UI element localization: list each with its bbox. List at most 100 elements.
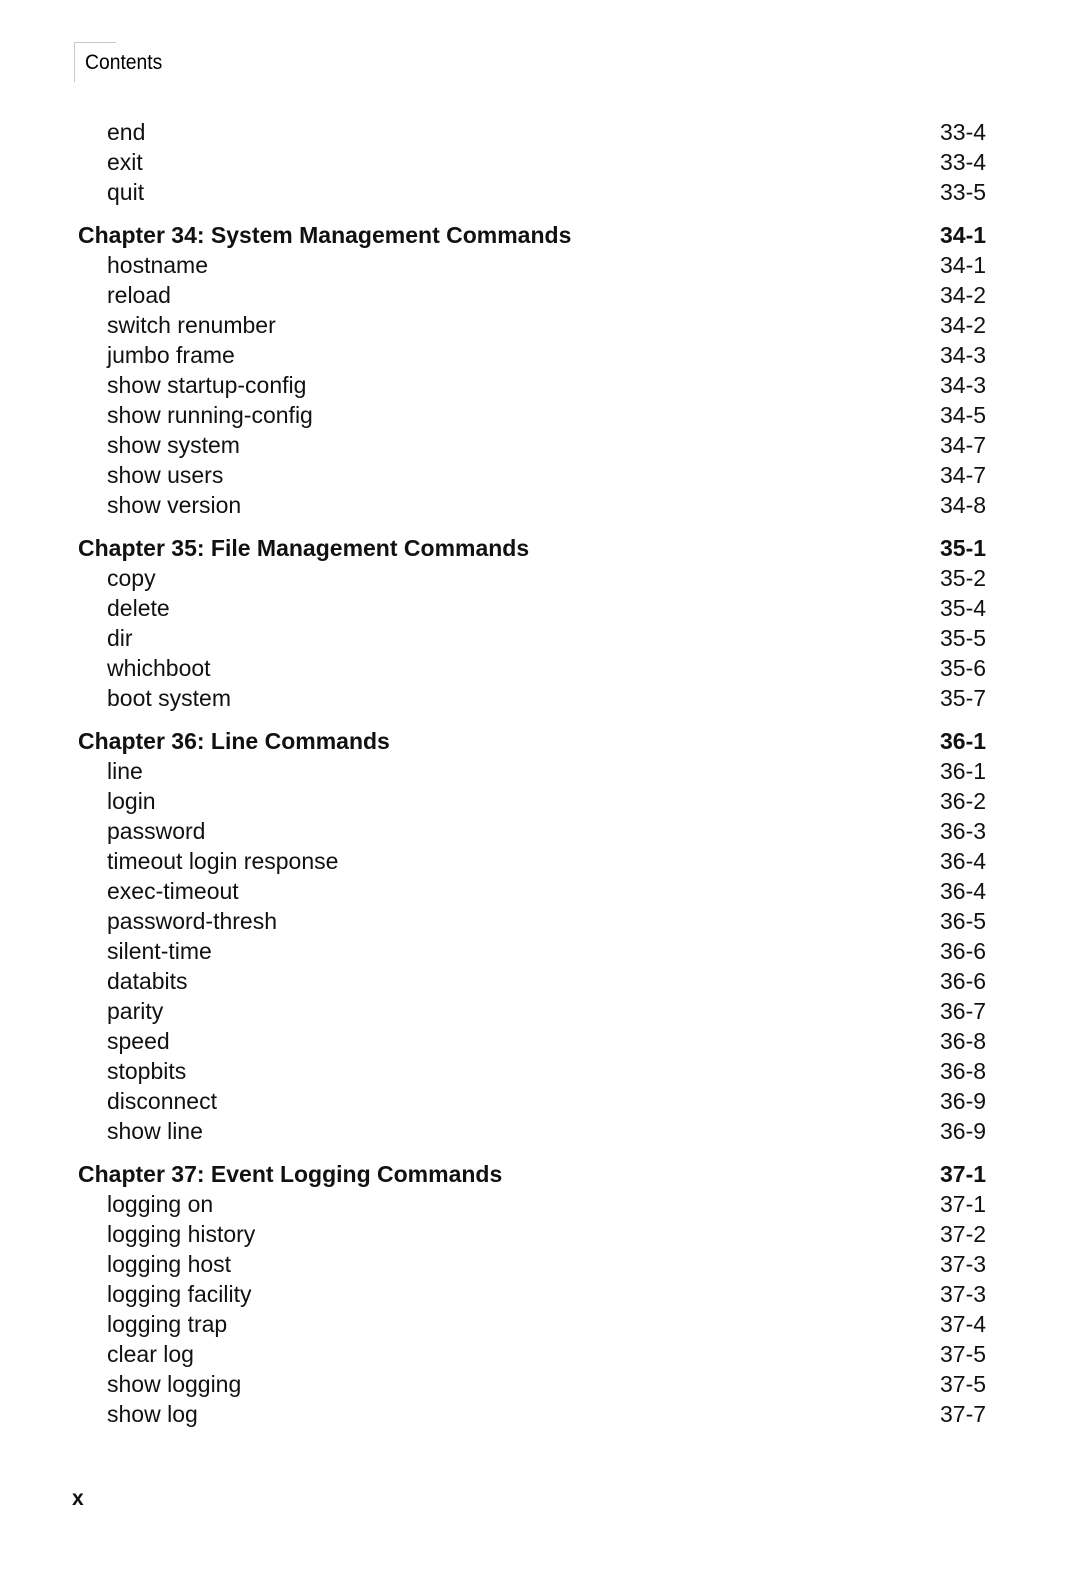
entry-title[interactable]: login: [107, 786, 156, 816]
page-reference[interactable]: 37-1: [940, 1159, 986, 1189]
toc-chapter-heading[interactable]: Chapter 37: Event Logging Commands 37-1: [0, 1159, 1080, 1189]
page-reference[interactable]: 37-3: [940, 1279, 986, 1309]
entry-title[interactable]: clear log: [107, 1339, 194, 1369]
entry-title[interactable]: logging on: [107, 1189, 213, 1219]
page-reference[interactable]: 36-9: [940, 1086, 986, 1116]
page-reference[interactable]: 36-7: [940, 996, 986, 1026]
toc-entry[interactable]: boot system 35-7: [0, 683, 1080, 713]
toc-entry[interactable]: show line 36-9: [0, 1116, 1080, 1146]
page-reference[interactable]: 36-4: [940, 846, 986, 876]
page-reference[interactable]: 34-2: [940, 310, 986, 340]
page-reference[interactable]: 37-2: [940, 1219, 986, 1249]
toc-entry[interactable]: show users 34-7: [0, 460, 1080, 490]
toc-entry[interactable]: show log 37-7: [0, 1399, 1080, 1429]
toc-entry[interactable]: quit 33-5: [0, 177, 1080, 207]
toc-entry[interactable]: jumbo frame 34-3: [0, 340, 1080, 370]
toc-entry[interactable]: timeout login response 36-4: [0, 846, 1080, 876]
toc-entry[interactable]: speed 36-8: [0, 1026, 1080, 1056]
entry-title[interactable]: stopbits: [107, 1056, 186, 1086]
toc-chapter-heading[interactable]: Chapter 34: System Management Commands 34…: [0, 220, 1080, 250]
entry-title[interactable]: jumbo frame: [107, 340, 235, 370]
toc-entry[interactable]: show version 34-8: [0, 490, 1080, 520]
toc-entry[interactable]: logging trap 37-4: [0, 1309, 1080, 1339]
page-reference[interactable]: 34-1: [940, 220, 986, 250]
page-reference[interactable]: 36-1: [940, 726, 986, 756]
entry-title[interactable]: end: [107, 117, 145, 147]
entry-title[interactable]: parity: [107, 996, 163, 1026]
toc-entry[interactable]: logging history 37-2: [0, 1219, 1080, 1249]
page-reference[interactable]: 34-3: [940, 370, 986, 400]
entry-title[interactable]: delete: [107, 593, 170, 623]
toc-entry[interactable]: login 36-2: [0, 786, 1080, 816]
page-reference[interactable]: 36-1: [940, 756, 986, 786]
toc-entry[interactable]: logging on 37-1: [0, 1189, 1080, 1219]
entry-title[interactable]: logging facility: [107, 1279, 251, 1309]
toc-entry[interactable]: password 36-3: [0, 816, 1080, 846]
page-reference[interactable]: 36-6: [940, 966, 986, 996]
toc-entry[interactable]: dir 35-5: [0, 623, 1080, 653]
entry-title[interactable]: logging history: [107, 1219, 255, 1249]
chapter-title[interactable]: Chapter 37: Event Logging Commands: [78, 1159, 502, 1189]
toc-entry[interactable]: logging host 37-3: [0, 1249, 1080, 1279]
toc-entry[interactable]: disconnect 36-9: [0, 1086, 1080, 1116]
page-reference[interactable]: 35-1: [940, 533, 986, 563]
entry-title[interactable]: show running-config: [107, 400, 313, 430]
page-reference[interactable]: 35-2: [940, 563, 986, 593]
page-reference[interactable]: 36-4: [940, 876, 986, 906]
page-reference[interactable]: 37-4: [940, 1309, 986, 1339]
toc-entry[interactable]: line 36-1: [0, 756, 1080, 786]
toc-entry[interactable]: show startup-config 34-3: [0, 370, 1080, 400]
page-reference[interactable]: 33-5: [940, 177, 986, 207]
page-reference[interactable]: 34-5: [940, 400, 986, 430]
entry-title[interactable]: show log: [107, 1399, 198, 1429]
entry-title[interactable]: show users: [107, 460, 223, 490]
entry-title[interactable]: logging host: [107, 1249, 231, 1279]
page-reference[interactable]: 35-4: [940, 593, 986, 623]
entry-title[interactable]: exit: [107, 147, 143, 177]
entry-title[interactable]: show logging: [107, 1369, 241, 1399]
toc-entry[interactable]: exit 33-4: [0, 147, 1080, 177]
toc-entry[interactable]: hostname 34-1: [0, 250, 1080, 280]
chapter-title[interactable]: Chapter 34: System Management Commands: [78, 220, 571, 250]
page-reference[interactable]: 37-5: [940, 1339, 986, 1369]
entry-title[interactable]: hostname: [107, 250, 208, 280]
toc-entry[interactable]: parity 36-7: [0, 996, 1080, 1026]
toc-entry[interactable]: show logging 37-5: [0, 1369, 1080, 1399]
entry-title[interactable]: speed: [107, 1026, 170, 1056]
entry-title[interactable]: timeout login response: [107, 846, 338, 876]
entry-title[interactable]: switch renumber: [107, 310, 276, 340]
entry-title[interactable]: reload: [107, 280, 171, 310]
page-reference[interactable]: 34-8: [940, 490, 986, 520]
toc-entry[interactable]: password-thresh 36-5: [0, 906, 1080, 936]
page-reference[interactable]: 36-9: [940, 1116, 986, 1146]
page-reference[interactable]: 37-7: [940, 1399, 986, 1429]
entry-title[interactable]: dir: [107, 623, 133, 653]
page-reference[interactable]: 35-7: [940, 683, 986, 713]
page-reference[interactable]: 33-4: [940, 147, 986, 177]
toc-entry[interactable]: silent-time 36-6: [0, 936, 1080, 966]
page-reference[interactable]: 34-2: [940, 280, 986, 310]
toc-entry[interactable]: delete 35-4: [0, 593, 1080, 623]
chapter-title[interactable]: Chapter 36: Line Commands: [78, 726, 390, 756]
chapter-title[interactable]: Chapter 35: File Management Commands: [78, 533, 529, 563]
page-reference[interactable]: 37-5: [940, 1369, 986, 1399]
page-reference[interactable]: 36-2: [940, 786, 986, 816]
toc-entry[interactable]: switch renumber 34-2: [0, 310, 1080, 340]
toc-entry[interactable]: exec-timeout 36-4: [0, 876, 1080, 906]
page-reference[interactable]: 36-3: [940, 816, 986, 846]
toc-entry[interactable]: whichboot 35-6: [0, 653, 1080, 683]
page-reference[interactable]: 35-5: [940, 623, 986, 653]
entry-title[interactable]: show line: [107, 1116, 203, 1146]
toc-entry[interactable]: logging facility 37-3: [0, 1279, 1080, 1309]
page-reference[interactable]: 34-1: [940, 250, 986, 280]
toc-entry[interactable]: show running-config 34-5: [0, 400, 1080, 430]
entry-title[interactable]: boot system: [107, 683, 231, 713]
entry-title[interactable]: password: [107, 816, 205, 846]
entry-title[interactable]: whichboot: [107, 653, 211, 683]
page-reference[interactable]: 33-4: [940, 117, 986, 147]
entry-title[interactable]: show version: [107, 490, 241, 520]
page-reference[interactable]: 34-7: [940, 460, 986, 490]
toc-entry[interactable]: reload 34-2: [0, 280, 1080, 310]
page-reference[interactable]: 37-1: [940, 1189, 986, 1219]
page-reference[interactable]: 36-5: [940, 906, 986, 936]
